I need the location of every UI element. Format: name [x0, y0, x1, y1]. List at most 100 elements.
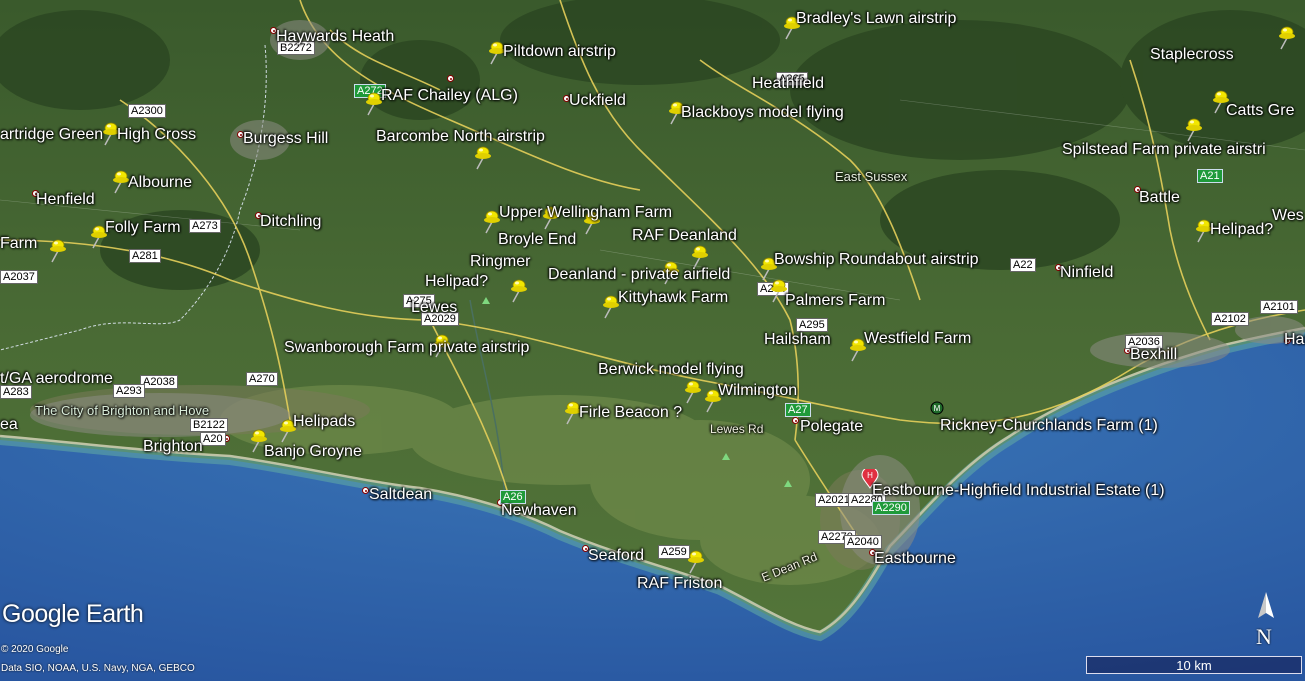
pin-label[interactable]: Blackboys model flying [681, 104, 844, 122]
scale-bar: 10 km [1086, 656, 1302, 674]
compass-label: N [1256, 624, 1272, 649]
pin-label[interactable]: Wilmington [718, 382, 797, 400]
place-label[interactable]: ea [0, 416, 18, 434]
road-shield: A2037 [0, 270, 38, 284]
road-shield: B2122 [190, 418, 228, 432]
place-label[interactable]: Henfield [36, 191, 95, 209]
pushpin-icon[interactable] [363, 89, 383, 117]
road-shield: A293 [113, 384, 145, 398]
road-shield: A2038 [140, 375, 178, 389]
place-dot-icon [792, 417, 799, 424]
pin-label[interactable]: Swanborough Farm private airstrip [284, 339, 529, 357]
pin-label[interactable]: Albourne [128, 174, 192, 192]
place-label[interactable]: Uckfield [569, 92, 626, 110]
pushpin-icon[interactable] [110, 167, 130, 195]
pin-label[interactable]: Upper Wellingham Farm [499, 204, 672, 222]
pin-label[interactable]: Kittyhawk Farm [618, 289, 728, 307]
svg-text:M: M [934, 404, 941, 413]
road-shield: A2300 [128, 104, 166, 118]
road-shield: A273 [189, 219, 221, 233]
place-label[interactable]: Polegate [800, 418, 863, 436]
road-name-label: Lewes Rd [710, 422, 764, 436]
scale-label: 10 km [1176, 658, 1212, 673]
pin-label[interactable]: Rickney-Churchlands Farm (1) [940, 417, 1158, 435]
pin-label[interactable]: Banjo Groyne [264, 443, 362, 461]
pin-label[interactable]: Helipad? [425, 273, 488, 291]
pin-label[interactable]: Catts Gre [1226, 102, 1294, 120]
pin-label[interactable]: Firle Beacon ? [579, 404, 682, 422]
place-label[interactable]: Brighton [143, 438, 203, 456]
place-label[interactable]: Haywards Heath [276, 28, 394, 46]
pushpin-icon[interactable] [508, 276, 528, 304]
pin-label[interactable]: Helipads [293, 413, 355, 431]
place-label[interactable]: Ditchling [260, 213, 321, 231]
pin-label[interactable]: Spilstead Farm private airstri [1062, 141, 1266, 159]
place-label[interactable]: High Cross [117, 126, 196, 144]
pin-label[interactable]: Bowship Roundabout airstrip [774, 251, 979, 269]
place-label[interactable]: Battle [1139, 189, 1180, 207]
pushpin-icon[interactable] [600, 292, 620, 320]
pin-label[interactable]: RAF Deanland [632, 227, 737, 245]
pin-label[interactable]: Palmers Farm [785, 292, 885, 310]
pushpin-icon[interactable] [47, 236, 67, 264]
data-credits-text: Data SIO, NOAA, U.S. Navy, NGA, GEBCO [1, 663, 195, 674]
pushpin-icon[interactable] [685, 547, 705, 575]
region-label: East Sussex [835, 169, 908, 184]
road-shield: A21 [1197, 169, 1223, 183]
pin-label[interactable]: artridge Green [0, 126, 103, 144]
road-shield: A2101 [1260, 300, 1298, 314]
place-label[interactable]: Heathfield [752, 75, 824, 93]
place-label[interactable]: Ninfield [1060, 264, 1113, 282]
road-shield: A270 [246, 372, 278, 386]
pin-label[interactable]: Berwick model flying [598, 361, 744, 379]
place-dot-icon [447, 75, 454, 82]
place-label[interactable]: t/GA aerodrome [0, 370, 113, 388]
pin-label[interactable]: Helipad? [1210, 221, 1273, 239]
place-label[interactable]: Has [1284, 331, 1305, 349]
pin-label[interactable]: Piltdown airstrip [503, 43, 616, 61]
pushpin-icon[interactable] [472, 143, 492, 171]
city-label: The City of Brighton and Hove [35, 403, 210, 418]
place-label[interactable]: Burgess Hill [243, 130, 328, 148]
pin-label[interactable]: Barcombe North airstrip [376, 128, 545, 146]
peak-icon [784, 480, 792, 487]
place-dot-icon [362, 487, 369, 494]
pin-label[interactable]: Folly Farm [105, 219, 181, 237]
pin-label[interactable]: Bradley's Lawn airstrip [796, 10, 956, 28]
place-label[interactable]: Staplecross [1150, 46, 1234, 64]
peak-icon [722, 453, 730, 460]
road-shield: A22 [1010, 258, 1036, 272]
pin-label[interactable]: Eastbourne-Highfield Industrial Estate (… [872, 482, 1165, 500]
pin-label[interactable]: RAF Friston [637, 575, 722, 593]
place-label[interactable]: Lewes [411, 299, 457, 317]
pushpin-icon[interactable] [1276, 23, 1296, 51]
road-shield: A2040 [844, 535, 882, 549]
place-label[interactable]: Broyle End [498, 231, 576, 249]
pushpin-icon[interactable] [1183, 115, 1203, 143]
place-label[interactable]: Bexhill [1130, 346, 1177, 364]
road-shield: A20 [200, 432, 226, 446]
place-label[interactable]: Ringmer [470, 253, 530, 271]
road-shield: A2290 [872, 501, 910, 515]
map-view[interactable]: H M B2272 A272 A265 A2300 A21 A273 A281 … [0, 0, 1305, 681]
pin-label[interactable]: Farm [0, 235, 37, 253]
place-label[interactable]: Seaford [588, 547, 644, 565]
google-earth-logo: Google Earth [2, 600, 144, 628]
pushpin-icon[interactable] [682, 377, 702, 405]
road-shield: A2102 [1211, 312, 1249, 326]
road-shield: A295 [796, 318, 828, 332]
place-label[interactable]: Newhaven [501, 502, 577, 520]
pin-label[interactable]: RAF Chailey (ALG) [381, 87, 518, 105]
copyright-text: © 2020 Google [1, 644, 69, 655]
pin-label[interactable]: Deanland - private airfield [548, 266, 730, 284]
place-label[interactable]: Eastbourne [874, 550, 956, 568]
motorway-junction-icon: M [930, 401, 944, 415]
place-label[interactable]: Saltdean [369, 486, 432, 504]
road-shield: A281 [129, 249, 161, 263]
peak-icon [482, 297, 490, 304]
place-label[interactable]: Wes [1272, 207, 1304, 225]
svg-text:H: H [867, 471, 873, 480]
pin-label[interactable]: Westfield Farm [864, 330, 971, 348]
road-shield: A27 [785, 403, 811, 417]
place-label[interactable]: Hailsham [764, 331, 831, 349]
